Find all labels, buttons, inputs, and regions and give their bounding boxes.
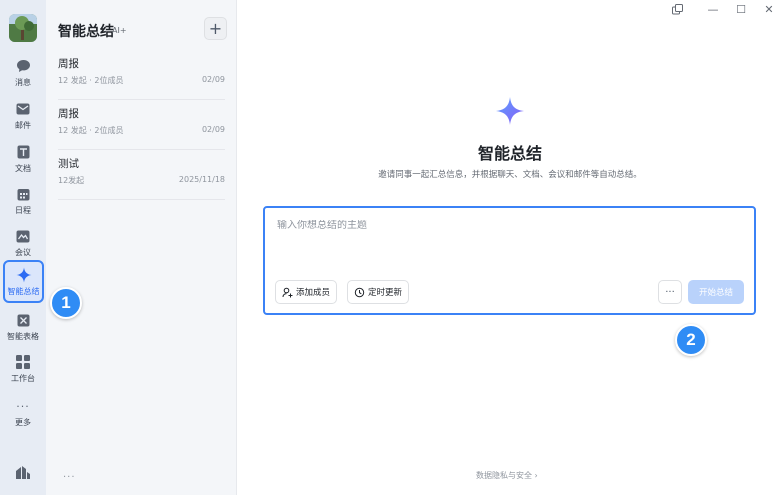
grid-icon [15,354,31,370]
mail-icon [15,101,31,117]
panel-title: 智能总结 [58,24,114,40]
rail-label: 智能表格 [7,332,39,341]
chat-bubble-icon [15,58,31,74]
rail-item-smart-summary[interactable]: 智能总结 [3,260,44,303]
smart-table-icon [15,312,31,328]
rail-item-messages[interactable]: 消息 [0,52,46,94]
add-summary-button[interactable]: + [204,17,227,40]
callout-marker-1: 1 [50,287,82,319]
avatar[interactable] [9,14,37,42]
rail-label: 智能总结 [7,286,40,296]
scheduled-update-label: 定时更新 [368,288,403,298]
ai-badge: AI+ [112,26,127,35]
summary-list-item[interactable]: 周报 12 发起 · 2位成员 02/09 [58,50,225,100]
rail-item-meetings[interactable]: 会议 [0,222,46,264]
rail-item-mail[interactable]: 邮件 [0,95,46,137]
add-member-button[interactable]: 添加成员 [275,280,338,304]
rail-label: 消息 [15,78,31,87]
callout-marker-2: 2 [675,324,707,356]
summary-title: 周报 [58,108,79,120]
start-summary-button[interactable]: 开始总结 [688,280,744,304]
rail-item-calendar[interactable]: 日程 [0,180,46,222]
rail-label: 日程 [15,206,31,215]
pin-window-icon[interactable] [670,2,684,16]
minimize-button[interactable]: — [706,2,720,16]
summary-meta: 12 发起 · 2位成员 [58,76,124,85]
org-icon[interactable] [15,464,31,480]
summary-date: 02/09 [201,75,225,84]
meeting-icon [15,228,31,244]
scheduled-update-button[interactable]: 定时更新 [347,280,410,304]
summary-meta: 12 发起 · 2位成员 [58,126,124,135]
rail-item-more[interactable]: ··· 更多 [0,392,46,434]
summary-composer: 添加成员 定时更新 ··· 开始总结 [263,206,756,315]
more-options-button[interactable]: ··· [658,280,682,304]
summary-list-panel: 智能总结 AI+ + 周报 12 发起 · 2位成员 02/09 周报 12 发… [46,0,237,495]
add-member-label: 添加成员 [296,288,331,298]
plus-icon: + [208,19,223,38]
more-dots-icon: ··· [16,399,30,413]
add-user-icon [282,287,293,298]
nav-rail: 消息 邮件 文档 日程 会议 智能总结 智能表格 工作台 ··· 更多 [0,0,46,495]
rail-label: 邮件 [15,121,31,130]
rail-item-workspace[interactable]: 工作台 [0,348,46,390]
rail-label: 工作台 [11,374,35,383]
rail-item-smart-table[interactable]: 智能表格 [0,306,46,348]
maximize-button[interactable]: ☐ [734,2,748,16]
page-subtitle: 邀请同事一起汇总信息，并根据聊天、文档、会议和邮件等自动总结。 [378,170,642,180]
rail-label: 更多 [15,418,31,427]
more-dots-icon[interactable]: ··· [63,472,76,483]
sparkle-icon [16,267,32,283]
page-title: 智能总结 [477,144,542,163]
sparkle-icon [495,96,525,126]
summary-date: 02/09 [201,125,225,134]
calendar-icon [15,186,31,202]
clock-refresh-icon [354,287,365,298]
topic-input[interactable] [277,220,737,231]
close-button[interactable]: ✕ [762,2,776,16]
rail-label: 会议 [15,248,31,257]
summary-title: 周报 [58,58,79,70]
privacy-security-link[interactable]: 数据隐私与安全 › [476,470,538,481]
